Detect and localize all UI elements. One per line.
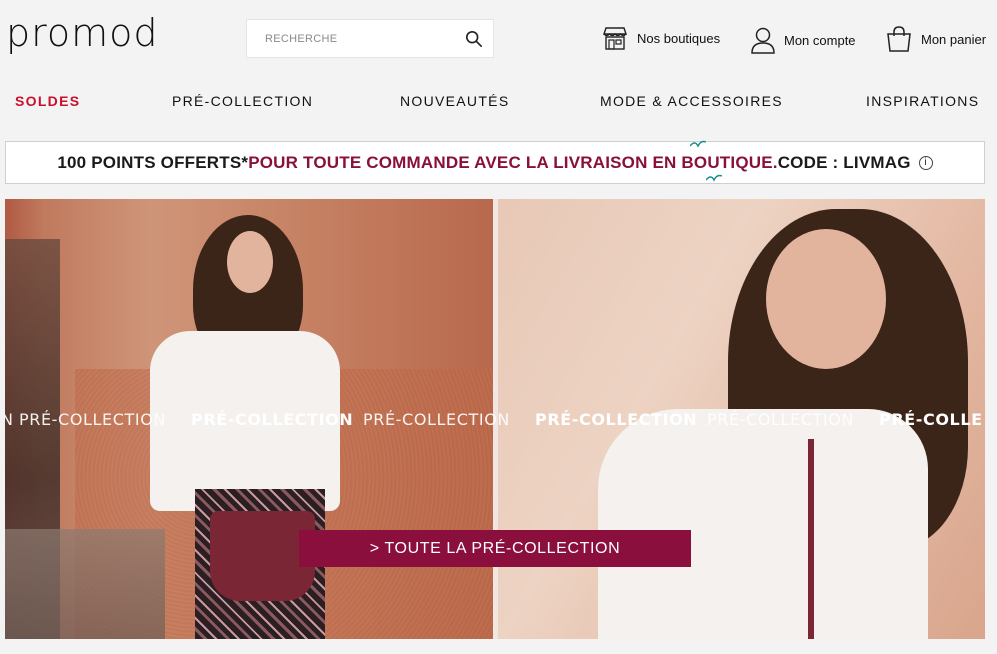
nav-item-nouveautes[interactable]: NOUVEAUTÉS bbox=[400, 93, 509, 109]
store-icon bbox=[603, 27, 627, 50]
nav-item-soldes[interactable]: SOLDES bbox=[15, 93, 80, 109]
bird-decoration-icon bbox=[706, 174, 722, 182]
nav-item-inspirations[interactable]: INSPIRATIONS bbox=[866, 93, 979, 109]
bag-icon bbox=[887, 26, 911, 52]
cart-label: Mon panier bbox=[921, 31, 987, 47]
search-input[interactable] bbox=[247, 20, 457, 57]
account-link[interactable]: Mon compte bbox=[750, 26, 856, 54]
site-header: promod Nos boutiques Mon compte Mon pani… bbox=[0, 0, 997, 78]
promo-banner[interactable]: 100 POINTS OFFERTS* POUR TOUTE COMMANDE … bbox=[5, 140, 985, 184]
search-box bbox=[246, 19, 494, 58]
bird-decoration-icon bbox=[690, 140, 706, 148]
promod-logo[interactable]: promod bbox=[6, 14, 159, 52]
stores-label: Nos boutiques bbox=[637, 30, 721, 46]
nav-item-mode-accessoires[interactable]: MODE & ACCESSOIRES bbox=[600, 93, 783, 109]
nav-item-pre-collection[interactable]: PRÉ-COLLECTION bbox=[172, 93, 313, 109]
cart-link[interactable]: Mon panier bbox=[885, 26, 986, 52]
promo-text-points: 100 POINTS OFFERTS* bbox=[57, 152, 249, 172]
pre-collection-ticker: N PRÉ-COLLECTION PRÉ-COLLECTION PRÉ-COLL… bbox=[5, 410, 983, 429]
shop-pre-collection-button[interactable]: > TOUTE LA PRÉ-COLLECTION bbox=[299, 530, 691, 567]
main-nav: SOLDES PRÉ-COLLECTION NOUVEAUTÉS MODE & … bbox=[0, 86, 997, 116]
stores-link[interactable]: Nos boutiques bbox=[601, 26, 720, 50]
promo-text-code: CODE : LIVMAG bbox=[777, 152, 911, 172]
promo-text-offer: POUR TOUTE COMMANDE AVEC LA LIVRAISON EN… bbox=[248, 152, 778, 172]
hero-banner[interactable]: N PRÉ-COLLECTION PRÉ-COLLECTION PRÉ-COLL… bbox=[5, 199, 985, 639]
account-label: Mon compte bbox=[784, 32, 856, 48]
user-icon bbox=[751, 27, 775, 54]
search-icon[interactable] bbox=[465, 30, 483, 48]
info-icon[interactable]: i bbox=[918, 155, 933, 170]
